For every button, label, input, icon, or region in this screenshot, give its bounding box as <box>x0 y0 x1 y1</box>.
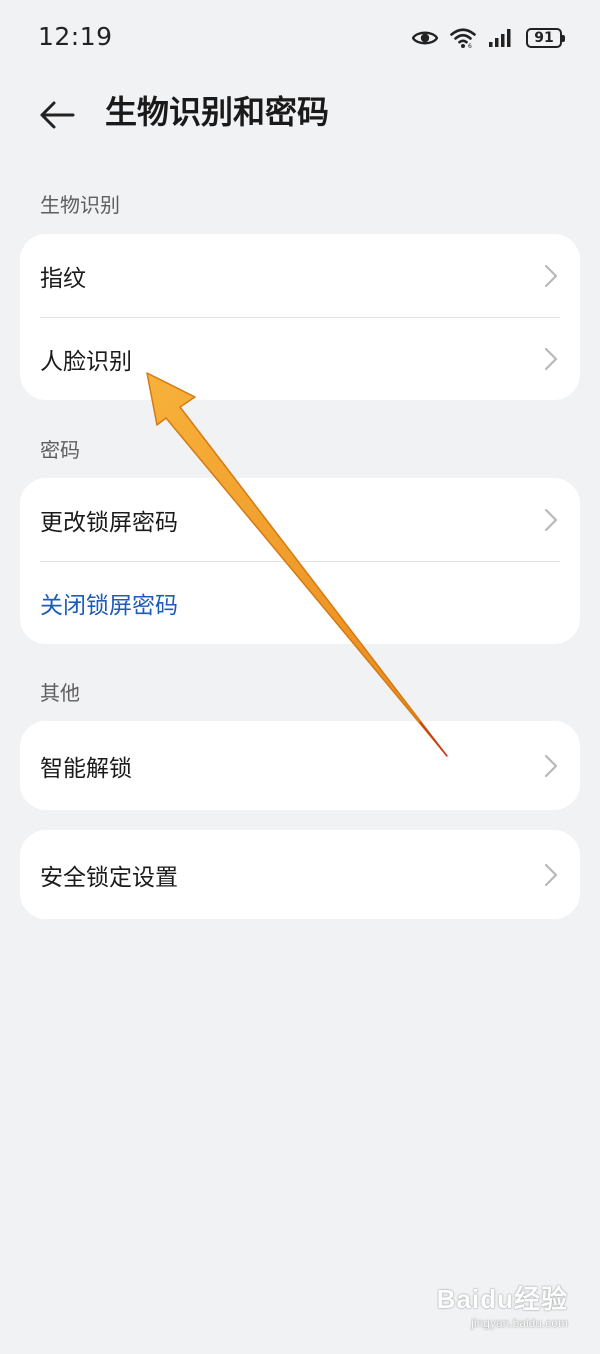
list-item-label: 关闭锁屏密码 <box>40 592 178 619</box>
list-item-label: 安全锁定设置 <box>40 864 178 891</box>
wifi-icon: 6 <box>450 28 476 49</box>
security-card: 安全锁定设置 <box>20 830 580 919</box>
list-item-disable-lock-password[interactable]: 关闭锁屏密码 <box>20 561 580 644</box>
status-bar: 12:19 6 91 <box>0 0 600 76</box>
battery-icon: 91 <box>526 28 565 48</box>
chevron-right-icon <box>544 347 558 370</box>
signal-icon <box>489 29 511 47</box>
section-label-other: 其他 <box>40 681 80 705</box>
watermark-url: jingyan.baidu.com <box>471 1316 568 1330</box>
list-item-fingerprint[interactable]: 指纹 <box>20 234 580 317</box>
chevron-right-icon <box>544 264 558 287</box>
list-item-smart-unlock[interactable]: 智能解锁 <box>20 721 580 810</box>
other-card: 智能解锁 <box>20 721 580 810</box>
header: 生物识别和密码 <box>0 76 600 152</box>
chevron-right-icon <box>544 508 558 531</box>
list-item-label: 指纹 <box>40 265 86 292</box>
biometrics-card: 指纹 人脸识别 <box>20 234 580 400</box>
chevron-right-icon <box>544 863 558 886</box>
status-icons: 6 91 <box>412 24 565 52</box>
section-label-biometrics: 生物识别 <box>40 193 120 217</box>
list-item-face-recognition[interactable]: 人脸识别 <box>20 317 580 400</box>
arrow-left-icon <box>40 101 75 129</box>
watermark: Baidu经验 jingyan.baidu.com <box>437 1279 568 1330</box>
battery-level: 91 <box>534 30 554 46</box>
password-card: 更改锁屏密码 关闭锁屏密码 <box>20 478 580 644</box>
list-item-label: 智能解锁 <box>40 755 132 782</box>
list-item-label: 更改锁屏密码 <box>40 509 178 536</box>
list-item-change-lock-password[interactable]: 更改锁屏密码 <box>20 478 580 561</box>
svg-text:6: 6 <box>468 43 472 49</box>
status-time: 12:19 <box>38 22 113 51</box>
watermark-brand: Baidu经验 <box>436 1284 568 1314</box>
section-label-password: 密码 <box>40 438 80 462</box>
eye-comfort-icon <box>412 31 438 45</box>
list-item-label: 人脸识别 <box>40 348 132 375</box>
chevron-right-icon <box>544 754 558 777</box>
back-button[interactable] <box>34 92 80 138</box>
page-title: 生物识别和密码 <box>105 93 330 131</box>
list-item-security-lock-settings[interactable]: 安全锁定设置 <box>20 830 580 919</box>
